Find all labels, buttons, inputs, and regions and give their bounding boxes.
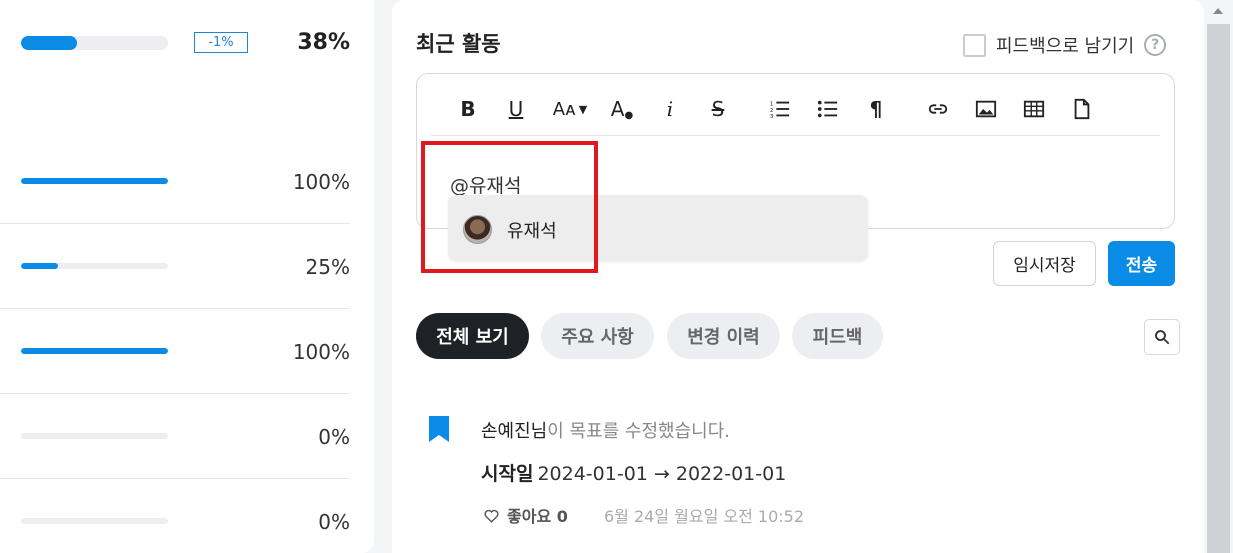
activity-timestamp: 6월 24일 월요일 오전 10:52 <box>604 507 805 526</box>
progress-percent: 0% <box>318 510 350 534</box>
tab-change-history[interactable]: 변경 이력 <box>667 313 780 359</box>
text-color-icon[interactable]: A ● <box>605 92 639 126</box>
progress-fill <box>21 178 168 184</box>
ordered-list-icon[interactable]: 123 <box>763 92 797 126</box>
progress-bar <box>21 263 168 269</box>
activity-summary: 손예진님이 목표를 수정했습니다. <box>481 417 730 443</box>
table-svg <box>1023 100 1045 118</box>
field-change: 2024-01-01 → 2022-01-01 <box>537 463 787 485</box>
like-count: 좋아요 0 <box>507 507 568 526</box>
progress-percent: 100% <box>292 340 350 364</box>
activity-action: 이 목표를 수정했습니다. <box>547 421 731 442</box>
feedback-option: 피드백으로 남기기 ? <box>963 32 1167 58</box>
delta-badge: -1% <box>194 32 248 53</box>
drop-icon: ● <box>624 109 634 121</box>
activity-detail: 시작일 2024-01-01 → 2022-01-01 <box>481 459 786 486</box>
image-svg <box>975 100 997 118</box>
activity-author[interactable]: 손예진님 <box>481 421 547 442</box>
progress-row[interactable]: -1% 38% <box>0 0 350 85</box>
feedback-checkbox-label[interactable]: 피드백으로 남기기 <box>996 32 1134 58</box>
text-color-label: A <box>610 97 625 121</box>
tab-highlights[interactable]: 주요 사항 <box>541 313 654 359</box>
progress-fill <box>21 263 58 269</box>
bullet-list-icon[interactable] <box>811 92 845 126</box>
search-icon <box>1155 330 1170 345</box>
scroll-up-icon[interactable] <box>1213 8 1223 14</box>
progress-row[interactable]: 25% <box>0 224 350 309</box>
bullet-list-svg <box>817 100 838 118</box>
font-size-icon[interactable]: Aᴀ ▼ <box>545 92 595 126</box>
field-label: 시작일 <box>481 463 534 485</box>
progress-bar <box>21 348 168 354</box>
section-title: 최근 활동 <box>416 32 501 56</box>
font-size-label: Aᴀ <box>552 98 576 120</box>
progress-row[interactable]: 100% <box>0 309 350 394</box>
tab-all[interactable]: 전체 보기 <box>416 313 529 359</box>
svg-text:1: 1 <box>770 101 774 107</box>
progress-fill <box>21 36 77 50</box>
progress-percent: 38% <box>297 30 350 55</box>
strikethrough-icon[interactable]: S <box>701 92 735 126</box>
search-button[interactable] <box>1144 319 1180 355</box>
file-icon[interactable] <box>1065 92 1099 126</box>
ordered-list-svg: 123 <box>770 101 790 120</box>
editor-toolbar: B U Aᴀ ▼ A ● i S 123 ¶ <box>431 88 1160 136</box>
progress-row[interactable]: 0% <box>0 479 350 553</box>
bold-icon[interactable]: B <box>451 92 485 126</box>
progress-bar <box>21 518 168 524</box>
feedback-checkbox[interactable] <box>963 33 986 57</box>
bookmark-svg <box>429 416 449 442</box>
goal-progress-panel: -1% 38% 100% 25% 100% 0% 0% <box>0 0 374 553</box>
paragraph-icon[interactable]: ¶ <box>859 92 893 126</box>
vertical-scrollbar[interactable] <box>1204 0 1233 553</box>
progress-bar <box>21 433 168 439</box>
progress-bar <box>21 36 168 50</box>
progress-row[interactable]: 0% <box>0 394 350 479</box>
caret-down-icon: ▼ <box>578 102 588 116</box>
progress-bar <box>21 178 168 184</box>
svg-text:3: 3 <box>770 114 774 120</box>
help-icon[interactable]: ? <box>1144 34 1167 56</box>
progress-fill <box>21 348 168 354</box>
progress-row[interactable]: 100% <box>0 139 350 224</box>
link-icon[interactable] <box>921 92 955 126</box>
link-svg <box>928 104 948 114</box>
table-icon[interactable] <box>1017 92 1051 126</box>
highlight-annotation <box>421 141 598 273</box>
bookmark-icon <box>429 416 449 446</box>
save-draft-button[interactable]: 임시저장 <box>993 241 1096 286</box>
progress-percent: 100% <box>292 170 350 194</box>
recent-activity-panel: 최근 활동 피드백으로 남기기 ? B U Aᴀ▼ A● i S 123 ¶ <box>392 0 1204 553</box>
progress-percent: 0% <box>318 425 350 449</box>
tab-feedback[interactable]: 피드백 <box>792 313 883 359</box>
svg-text:2: 2 <box>770 108 774 114</box>
send-button[interactable]: 전송 <box>1108 241 1175 286</box>
italic-icon[interactable]: i <box>653 92 687 126</box>
like-button[interactable]: 좋아요 0 <box>483 503 568 527</box>
progress-percent: 25% <box>305 255 350 279</box>
underline-icon[interactable]: U <box>499 92 533 126</box>
heart-icon <box>484 509 499 523</box>
scroll-thumb[interactable] <box>1207 24 1230 553</box>
image-icon[interactable] <box>969 92 1003 126</box>
file-svg <box>1074 98 1090 120</box>
